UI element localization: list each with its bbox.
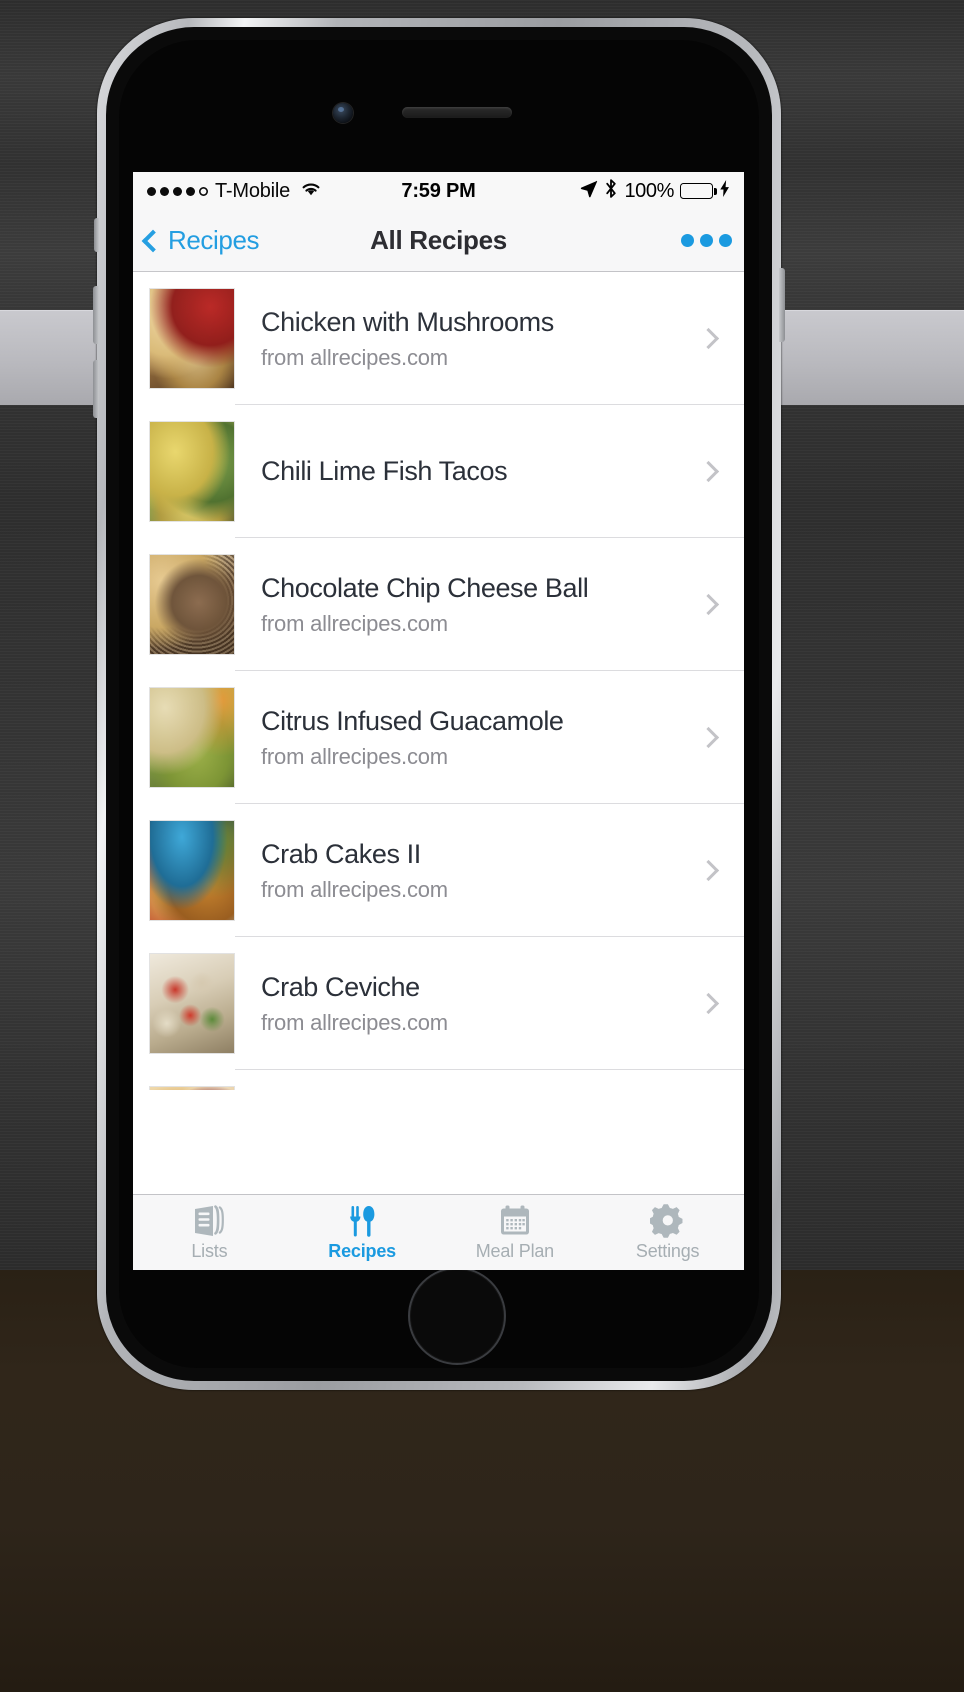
tab-label: Recipes bbox=[328, 1240, 396, 1261]
back-button-label: Recipes bbox=[168, 225, 260, 255]
list-item[interactable]: Crab Ceviche from allrecipes.com bbox=[133, 937, 744, 1070]
recipe-thumbnail bbox=[149, 421, 235, 522]
chevron-right-icon bbox=[697, 859, 720, 882]
chevron-right-icon bbox=[697, 992, 720, 1015]
list-item[interactable]: Citrus Infused Guacamole from allrecipes… bbox=[133, 671, 744, 804]
recipe-text-block: Crab Rangoon I from allrecipes.com bbox=[235, 1070, 701, 1090]
recipe-thumbnail bbox=[149, 1086, 235, 1090]
recipe-thumbnail bbox=[149, 820, 235, 921]
recipe-source: from allrecipes.com bbox=[261, 876, 448, 902]
recipe-source: from allrecipes.com bbox=[261, 344, 448, 370]
tab-label: Lists bbox=[191, 1240, 228, 1261]
tab-bar: Lists Recipes Meal Plan Settings bbox=[133, 1194, 744, 1270]
home-button[interactable] bbox=[408, 1267, 506, 1365]
phone-device: T-Mobile 7:59 PM 100% Recipes All Recipe… bbox=[93, 18, 785, 1390]
recipe-list[interactable]: Chicken with Mushrooms from allrecipes.c… bbox=[133, 272, 744, 1090]
tab-meal-plan[interactable]: Meal Plan bbox=[439, 1195, 592, 1270]
recipe-source: from allrecipes.com bbox=[261, 610, 448, 636]
navigation-bar: Recipes All Recipes bbox=[133, 210, 744, 272]
recipe-title: Crab Ceviche bbox=[261, 972, 420, 1003]
status-bar-right: 100% bbox=[579, 178, 730, 205]
tab-label: Meal Plan bbox=[475, 1240, 554, 1261]
location-arrow-icon bbox=[579, 179, 598, 204]
recipe-title: Chocolate Chip Cheese Ball bbox=[261, 573, 589, 604]
recipe-thumbnail bbox=[149, 953, 235, 1054]
chevron-right-icon bbox=[697, 327, 720, 350]
tab-lists[interactable]: Lists bbox=[133, 1195, 286, 1270]
battery-percent-label: 100% bbox=[624, 179, 674, 202]
recipe-title: Chili Lime Fish Tacos bbox=[261, 456, 508, 487]
recipe-text-block: Crab Ceviche from allrecipes.com bbox=[235, 937, 701, 1070]
tab-label: Settings bbox=[635, 1240, 700, 1261]
volume-down-button[interactable] bbox=[93, 360, 99, 418]
battery-icon bbox=[680, 183, 717, 199]
calendar-icon bbox=[497, 1204, 533, 1238]
list-item[interactable]: Chicken with Mushrooms from allrecipes.c… bbox=[133, 272, 744, 405]
chevron-right-icon bbox=[697, 460, 720, 483]
bluetooth-icon bbox=[604, 178, 618, 205]
fork-spoon-icon bbox=[344, 1204, 380, 1238]
phone-screen: T-Mobile 7:59 PM 100% Recipes All Recipe… bbox=[133, 172, 744, 1270]
recipe-title: Crab Cakes II bbox=[261, 839, 421, 870]
recipe-text-block: Citrus Infused Guacamole from allrecipes… bbox=[235, 671, 701, 804]
lists-icon bbox=[191, 1204, 227, 1238]
recipe-text-block: Crab Cakes II from allrecipes.com bbox=[235, 804, 701, 937]
front-camera-icon bbox=[333, 103, 353, 123]
recipe-title: Chicken with Mushrooms bbox=[261, 307, 554, 338]
list-item[interactable]: Crab Rangoon I from allrecipes.com bbox=[133, 1070, 744, 1090]
silent-switch[interactable] bbox=[94, 218, 99, 252]
recipe-source: from allrecipes.com bbox=[261, 1009, 448, 1035]
recipe-text-block: Chicken with Mushrooms from allrecipes.c… bbox=[235, 272, 701, 405]
chevron-right-icon bbox=[697, 593, 720, 616]
recipe-thumbnail bbox=[149, 554, 235, 655]
recipe-text-block: Chocolate Chip Cheese Ball from allrecip… bbox=[235, 538, 701, 671]
more-dots-icon[interactable] bbox=[681, 234, 732, 247]
power-button[interactable] bbox=[779, 268, 785, 342]
chevron-left-icon bbox=[141, 229, 165, 252]
status-bar: T-Mobile 7:59 PM 100% bbox=[133, 172, 744, 210]
list-item[interactable]: Chili Lime Fish Tacos bbox=[133, 405, 744, 538]
list-item[interactable]: Crab Cakes II from allrecipes.com bbox=[133, 804, 744, 937]
back-button[interactable]: Recipes bbox=[141, 225, 260, 256]
recipe-text-block: Chili Lime Fish Tacos bbox=[235, 405, 701, 538]
recipe-title: Citrus Infused Guacamole bbox=[261, 706, 564, 737]
background-panel-right bbox=[775, 310, 964, 405]
recipe-source: from allrecipes.com bbox=[261, 743, 448, 769]
earpiece-speaker bbox=[402, 107, 512, 118]
volume-up-button[interactable] bbox=[93, 286, 99, 344]
charging-bolt-icon bbox=[720, 180, 730, 202]
tab-settings[interactable]: Settings bbox=[591, 1195, 744, 1270]
chevron-right-icon bbox=[697, 726, 720, 749]
recipe-thumbnail bbox=[149, 288, 235, 389]
tab-recipes[interactable]: Recipes bbox=[286, 1195, 439, 1270]
gear-icon bbox=[649, 1203, 686, 1238]
list-item[interactable]: Chocolate Chip Cheese Ball from allrecip… bbox=[133, 538, 744, 671]
recipe-thumbnail bbox=[149, 687, 235, 788]
